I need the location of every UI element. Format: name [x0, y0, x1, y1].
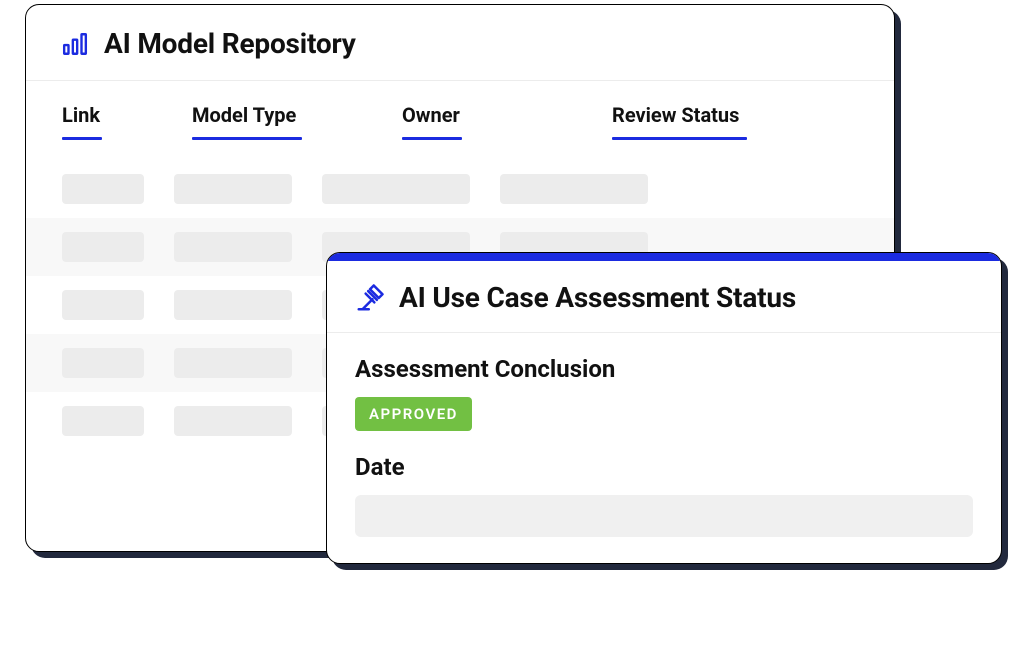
assessment-date-label: Date	[355, 453, 973, 481]
col-owner-label: Owner	[402, 103, 582, 137]
col-underline	[62, 137, 102, 140]
col-underline	[612, 137, 747, 140]
cell-owner-placeholder	[322, 174, 470, 204]
repository-columns: Link Model Type Owner Review Status	[26, 81, 894, 146]
col-link-label: Link	[62, 103, 162, 137]
col-link[interactable]: Link	[62, 103, 162, 140]
cell-model-type-placeholder	[174, 348, 292, 378]
table-row[interactable]	[26, 160, 894, 218]
bar-chart-icon	[62, 31, 88, 57]
status-badge-approved: APPROVED	[355, 397, 472, 431]
cell-link-placeholder	[62, 174, 144, 204]
assessment-status-card: AI Use Case Assessment Status Assessment…	[326, 252, 1002, 564]
assessment-body: Assessment Conclusion APPROVED Date	[327, 333, 1001, 563]
col-underline	[402, 137, 462, 140]
accent-topbar	[327, 253, 1001, 261]
cell-link-placeholder	[62, 348, 144, 378]
repository-title: AI Model Repository	[104, 27, 356, 60]
cell-model-type-placeholder	[174, 232, 292, 262]
assessment-conclusion-label: Assessment Conclusion	[355, 355, 973, 383]
cell-model-type-placeholder	[174, 290, 292, 320]
gavel-icon	[355, 283, 385, 313]
cell-model-type-placeholder	[174, 406, 292, 436]
cell-link-placeholder	[62, 232, 144, 262]
col-model-type[interactable]: Model Type	[192, 103, 372, 140]
col-review-status-label: Review Status	[612, 103, 822, 137]
repository-header: AI Model Repository	[26, 5, 894, 81]
col-owner[interactable]: Owner	[402, 103, 582, 140]
cell-model-type-placeholder	[174, 174, 292, 204]
col-underline	[192, 137, 302, 140]
cell-link-placeholder	[62, 406, 144, 436]
assessment-title: AI Use Case Assessment Status	[399, 281, 796, 314]
cell-link-placeholder	[62, 290, 144, 320]
assessment-header: AI Use Case Assessment Status	[327, 261, 1001, 333]
col-model-type-label: Model Type	[192, 103, 372, 137]
col-review-status[interactable]: Review Status	[612, 103, 822, 140]
cell-review-status-placeholder	[500, 174, 648, 204]
assessment-date-field[interactable]	[355, 495, 973, 537]
